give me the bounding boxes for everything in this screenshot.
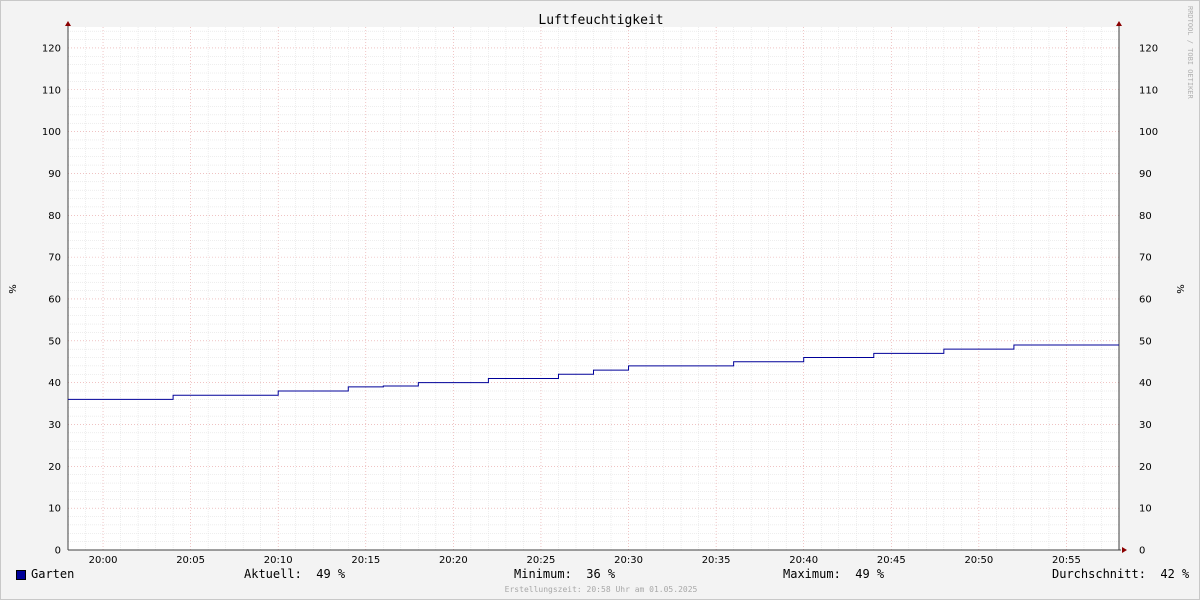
stat-maximum-label: Maximum: bbox=[783, 567, 841, 581]
y-axis-arrow-right bbox=[1116, 21, 1122, 26]
y-tick-label-right: 30 bbox=[1139, 420, 1152, 431]
y-tick-label-right: 20 bbox=[1139, 462, 1152, 473]
y-tick-label-left: 120 bbox=[42, 43, 61, 54]
x-axis-arrow bbox=[1122, 547, 1127, 553]
y-tick-label-right: 50 bbox=[1139, 336, 1152, 347]
x-tick-label: 20:45 bbox=[877, 555, 906, 566]
y-axis-label-right: % bbox=[1174, 284, 1185, 294]
stat-maximum: Maximum: 49 % bbox=[783, 567, 884, 581]
chart-title: Luftfeuchtigkeit bbox=[538, 13, 663, 28]
stat-minimum-value: 36 % bbox=[586, 567, 616, 581]
y-tick-label-left: 90 bbox=[48, 169, 61, 180]
stat-minimum-label: Minimum: bbox=[514, 567, 572, 581]
y-tick-label-left: 20 bbox=[48, 462, 61, 473]
y-tick-label-right: 70 bbox=[1139, 253, 1152, 264]
stat-average: Durchschnitt: 42 % bbox=[1052, 567, 1189, 581]
x-tick-label: 20:20 bbox=[439, 555, 468, 566]
series-name: Garten bbox=[31, 567, 75, 581]
y-tick-label-right: 0 bbox=[1139, 546, 1145, 557]
x-tick-label: 20:50 bbox=[964, 555, 993, 566]
y-tick-label-left: 30 bbox=[48, 420, 61, 431]
x-tick-label: 20:00 bbox=[89, 555, 118, 566]
stat-average-value: 42 % bbox=[1160, 567, 1190, 581]
y-tick-label-right: 80 bbox=[1139, 211, 1152, 222]
y-tick-label-left: 100 bbox=[42, 127, 61, 138]
stat-minimum: Minimum: 36 % bbox=[514, 567, 615, 581]
y-tick-label-right: 90 bbox=[1139, 169, 1152, 180]
humidity-chart: 0 10 20 30 40 50 60 70 80 90 100 110 120 0 10 20 30 40 50… bbox=[6, 6, 1194, 566]
y-tick-label-left: 10 bbox=[48, 504, 61, 515]
y-axis-label-left: % bbox=[6, 284, 17, 294]
stat-current: Aktuell: 49 % bbox=[244, 567, 345, 581]
y-tick-label-right: 110 bbox=[1139, 85, 1158, 96]
rrdtool-watermark: RRDTOOL / TOBI OETIKER bbox=[1186, 6, 1194, 100]
x-tick-label: 20:55 bbox=[1052, 555, 1081, 566]
legend: Garten Aktuell: 49 % Minimum: 36 % Maxim… bbox=[1, 567, 1200, 585]
y-tick-label-right: 10 bbox=[1139, 504, 1152, 515]
y-tick-label-right: 60 bbox=[1139, 294, 1152, 305]
creation-timestamp: Erstellungszeit: 20:58 Uhr am 01.05.2025 bbox=[504, 585, 698, 594]
stat-current-value: 49 % bbox=[316, 567, 346, 581]
x-tick-label: 20:35 bbox=[702, 555, 731, 566]
graph-frame: 0 10 20 30 40 50 60 70 80 90 100 110 120 0 10 20 30 40 50… bbox=[0, 0, 1200, 600]
y-tick-label-right: 40 bbox=[1139, 378, 1152, 389]
x-tick-label: 20:25 bbox=[527, 555, 556, 566]
y-tick-label-left: 110 bbox=[42, 85, 61, 96]
y-tick-label-left: 80 bbox=[48, 211, 61, 222]
stat-current-label: Aktuell: bbox=[244, 567, 302, 581]
series-color-swatch bbox=[16, 570, 26, 580]
y-axis-arrow-left bbox=[65, 21, 71, 26]
y-tick-label-left: 40 bbox=[48, 378, 61, 389]
y-tick-label-left: 70 bbox=[48, 253, 61, 264]
stat-maximum-value: 49 % bbox=[855, 567, 885, 581]
stat-average-label: Durchschnitt: bbox=[1052, 567, 1146, 581]
y-tick-label-right: 120 bbox=[1139, 43, 1158, 54]
y-tick-label-left: 50 bbox=[48, 336, 61, 347]
y-tick-label-left: 0 bbox=[55, 546, 61, 557]
x-tick-label: 20:15 bbox=[351, 555, 380, 566]
x-tick-label: 20:05 bbox=[176, 555, 205, 566]
x-tick-label: 20:40 bbox=[789, 555, 818, 566]
x-tick-label: 20:10 bbox=[264, 555, 293, 566]
y-tick-label-left: 60 bbox=[48, 294, 61, 305]
x-tick-label: 20:30 bbox=[614, 555, 643, 566]
y-tick-label-right: 100 bbox=[1139, 127, 1158, 138]
